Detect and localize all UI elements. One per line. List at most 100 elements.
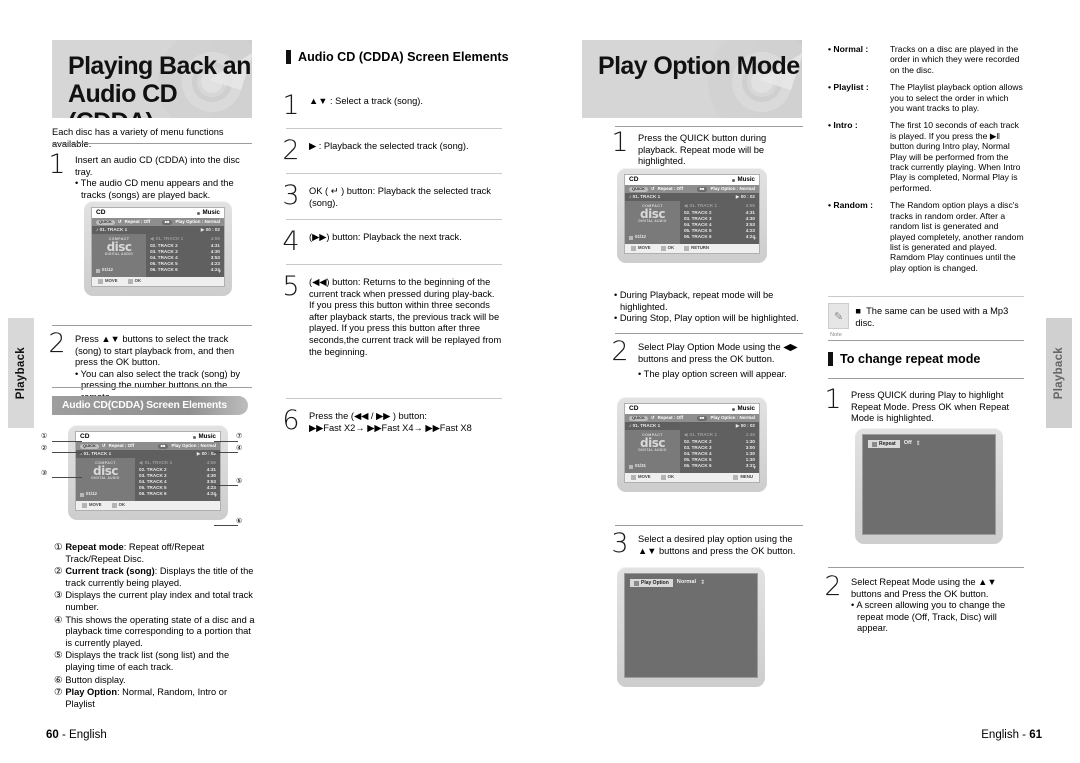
step-text: ▲▼ : Select a track (song). (309, 96, 423, 106)
legend-item: ④ This shows the operating state of a di… (54, 615, 258, 650)
music-note-icon (732, 178, 736, 182)
play-option-screen: Play Option Normal ⇕ (624, 573, 758, 678)
callout-4: ④ (236, 445, 243, 452)
step-bullet: During Playback, repeat mode will be hig… (614, 290, 808, 313)
note-text-value: The same can be used with a Mp3 disc. (855, 306, 1009, 328)
footer-key: RETURN (684, 245, 709, 251)
step-text: Press QUICK during Play to highlight Rep… (851, 390, 1010, 424)
callout-leader (52, 477, 82, 478)
legend-list: ① Repeat mode: Repeat off/Repeat Track/R… (54, 542, 258, 710)
track-name: 06. TRACK 6 (150, 267, 178, 273)
footer-left: 60 - English (46, 729, 107, 741)
osd-tracklist: ◀ 01. TRACK 1 4:55 02. TRACK 2 4:31 03. … (679, 200, 759, 244)
heading-bar-icon (828, 352, 833, 366)
play-option-label: Play Option : Normal (171, 442, 216, 448)
callout-leader (52, 441, 82, 442)
ok-icon (660, 474, 666, 480)
scroll-down-icon[interactable]: ▼ (213, 493, 218, 499)
track-name: ◀ 01. TRACK 1 (139, 460, 173, 466)
scroll-down-icon[interactable]: ▼ (752, 236, 757, 242)
updown-arrow-icon[interactable]: ⇕ (916, 441, 921, 447)
track-name: 03. TRACK 3 (150, 248, 178, 254)
definition-term: • Intro : (828, 120, 858, 131)
index-icon (629, 235, 633, 240)
callout-leader (52, 452, 82, 453)
track-name: ◀ 01. TRACK 1 (150, 236, 184, 242)
step-text: OK ( ↵ ) button: Playback the selected t… (309, 186, 491, 208)
osd-art-pane: COMPACT disc DIGITAL AUDIO 01/12 (625, 200, 680, 244)
step-number: 1 (611, 127, 629, 158)
callout-5: ⑤ (236, 478, 243, 485)
osd-current-track: ♪ 01. TRACK 1 (96, 226, 128, 232)
osd-corner: Music (193, 433, 216, 440)
quick-chip: QUICK (80, 443, 99, 449)
page-number: 61 (1029, 729, 1042, 741)
cd-logo: COMPACT disc DIGITAL AUDIO (629, 433, 676, 453)
updown-arrow-icon[interactable]: ⇕ (700, 580, 705, 586)
scroll-down-icon[interactable]: ▼ (217, 269, 222, 275)
divider (615, 525, 803, 526)
repeat-mode-heading: To change repeat mode (828, 352, 980, 366)
track-row[interactable]: 06. TRACK 6 4:24 (150, 268, 220, 274)
play-option-label: Play Option : Normal (175, 218, 220, 224)
ok-icon (127, 278, 133, 284)
mid-heading-label: Audio CD (CDDA) Screen Elements (298, 50, 509, 64)
scroll-down-icon[interactable]: ▼ (752, 465, 757, 471)
step-number: 1 (824, 384, 842, 415)
option-icon (634, 580, 639, 586)
divider (52, 325, 252, 326)
dpad-icon (631, 245, 636, 251)
repeat-icon (872, 441, 877, 447)
divider (52, 143, 252, 144)
osd-current-track: ♪ 01. TRACK 1 (629, 422, 661, 428)
cd-logo-line3: DIGITAL AUDIO (91, 476, 120, 481)
osd-art-pane: COMPACT disc DIGITAL AUDIO 01/12 (92, 233, 147, 277)
mid-section-heading: Audio CD (CDDA) Screen Elements (286, 50, 509, 64)
track-row[interactable]: 06. TRACK 6 4:24 (684, 235, 755, 241)
screen-elements-heading: Audio CD(CDDA) Screen Elements (52, 396, 248, 415)
track-name: 05. TRACK 5 (683, 228, 712, 234)
track-time: 4:23 (210, 261, 220, 267)
play-option-row[interactable]: Play Option Normal ⇕ (630, 579, 752, 587)
cd-logo-line3: DIGITAL AUDIO (638, 448, 667, 453)
heading-bar-icon (286, 50, 291, 64)
divider (286, 264, 502, 265)
track-time: 4:31 (745, 209, 755, 215)
repeat-icon: ↺ (117, 218, 122, 224)
step-text: (▶▶) button: Playback the next track. (309, 232, 462, 242)
step-text: Insert an audio CD (CDDA) into the disc … (75, 155, 240, 177)
definition-item: • Playlist : The Playlist playback optio… (828, 82, 1024, 113)
definition-item: • Normal : Tracks on a disc are played i… (828, 44, 1024, 75)
divider (286, 173, 502, 174)
note-box: ✎ Note ■ The same can be used with a Mp3… (828, 303, 1024, 338)
cd-logo: COMPACT disc DIGITAL AUDIO (96, 237, 142, 257)
footer-language: English (69, 729, 107, 741)
index-icon (96, 268, 100, 273)
note-label: Note (830, 332, 842, 338)
track-row[interactable]: 06. TRACK 6 4:24 (139, 492, 216, 498)
osd-titlebar: CD Music (625, 175, 759, 186)
track-name: 06. TRACK 6 (139, 491, 167, 497)
play-option-value: Normal (676, 579, 697, 586)
footer-key: OK (127, 278, 141, 284)
step-bullet: The audio CD menu appears and the tracks… (75, 178, 254, 201)
osd-titlebar: CD Music (76, 432, 220, 443)
osd-corner-label: Music (202, 209, 220, 217)
side-tab-left: Playback (8, 318, 34, 428)
osd-statusbar: QUICK ↺ Repeat : Off ■■ Play Option : No… (76, 442, 220, 451)
track-row[interactable]: 06. TRACK 6 3:37 (684, 464, 755, 470)
repeat-row[interactable]: Repeat Off ⇕ (868, 440, 990, 448)
ok-icon (111, 502, 117, 508)
divider (52, 387, 252, 388)
step-number: 1 (282, 90, 300, 121)
repeat-value: Off (903, 440, 912, 447)
track-name: 05. TRACK 5 (683, 457, 712, 463)
osd-art-pane: COMPACT disc DIGITAL AUDIO 01/12 (76, 457, 136, 501)
callout-6: ⑥ (236, 518, 243, 525)
callout-1: ① (41, 433, 48, 440)
osd-corner: Music (732, 405, 755, 412)
footer-key: MENU (733, 474, 753, 480)
legend-item: ① Repeat mode: Repeat off/Repeat Track/R… (54, 542, 258, 565)
callout-leader (214, 441, 238, 442)
osd-art-pane: COMPACT disc DIGITAL AUDIO 01/31 (625, 429, 680, 473)
